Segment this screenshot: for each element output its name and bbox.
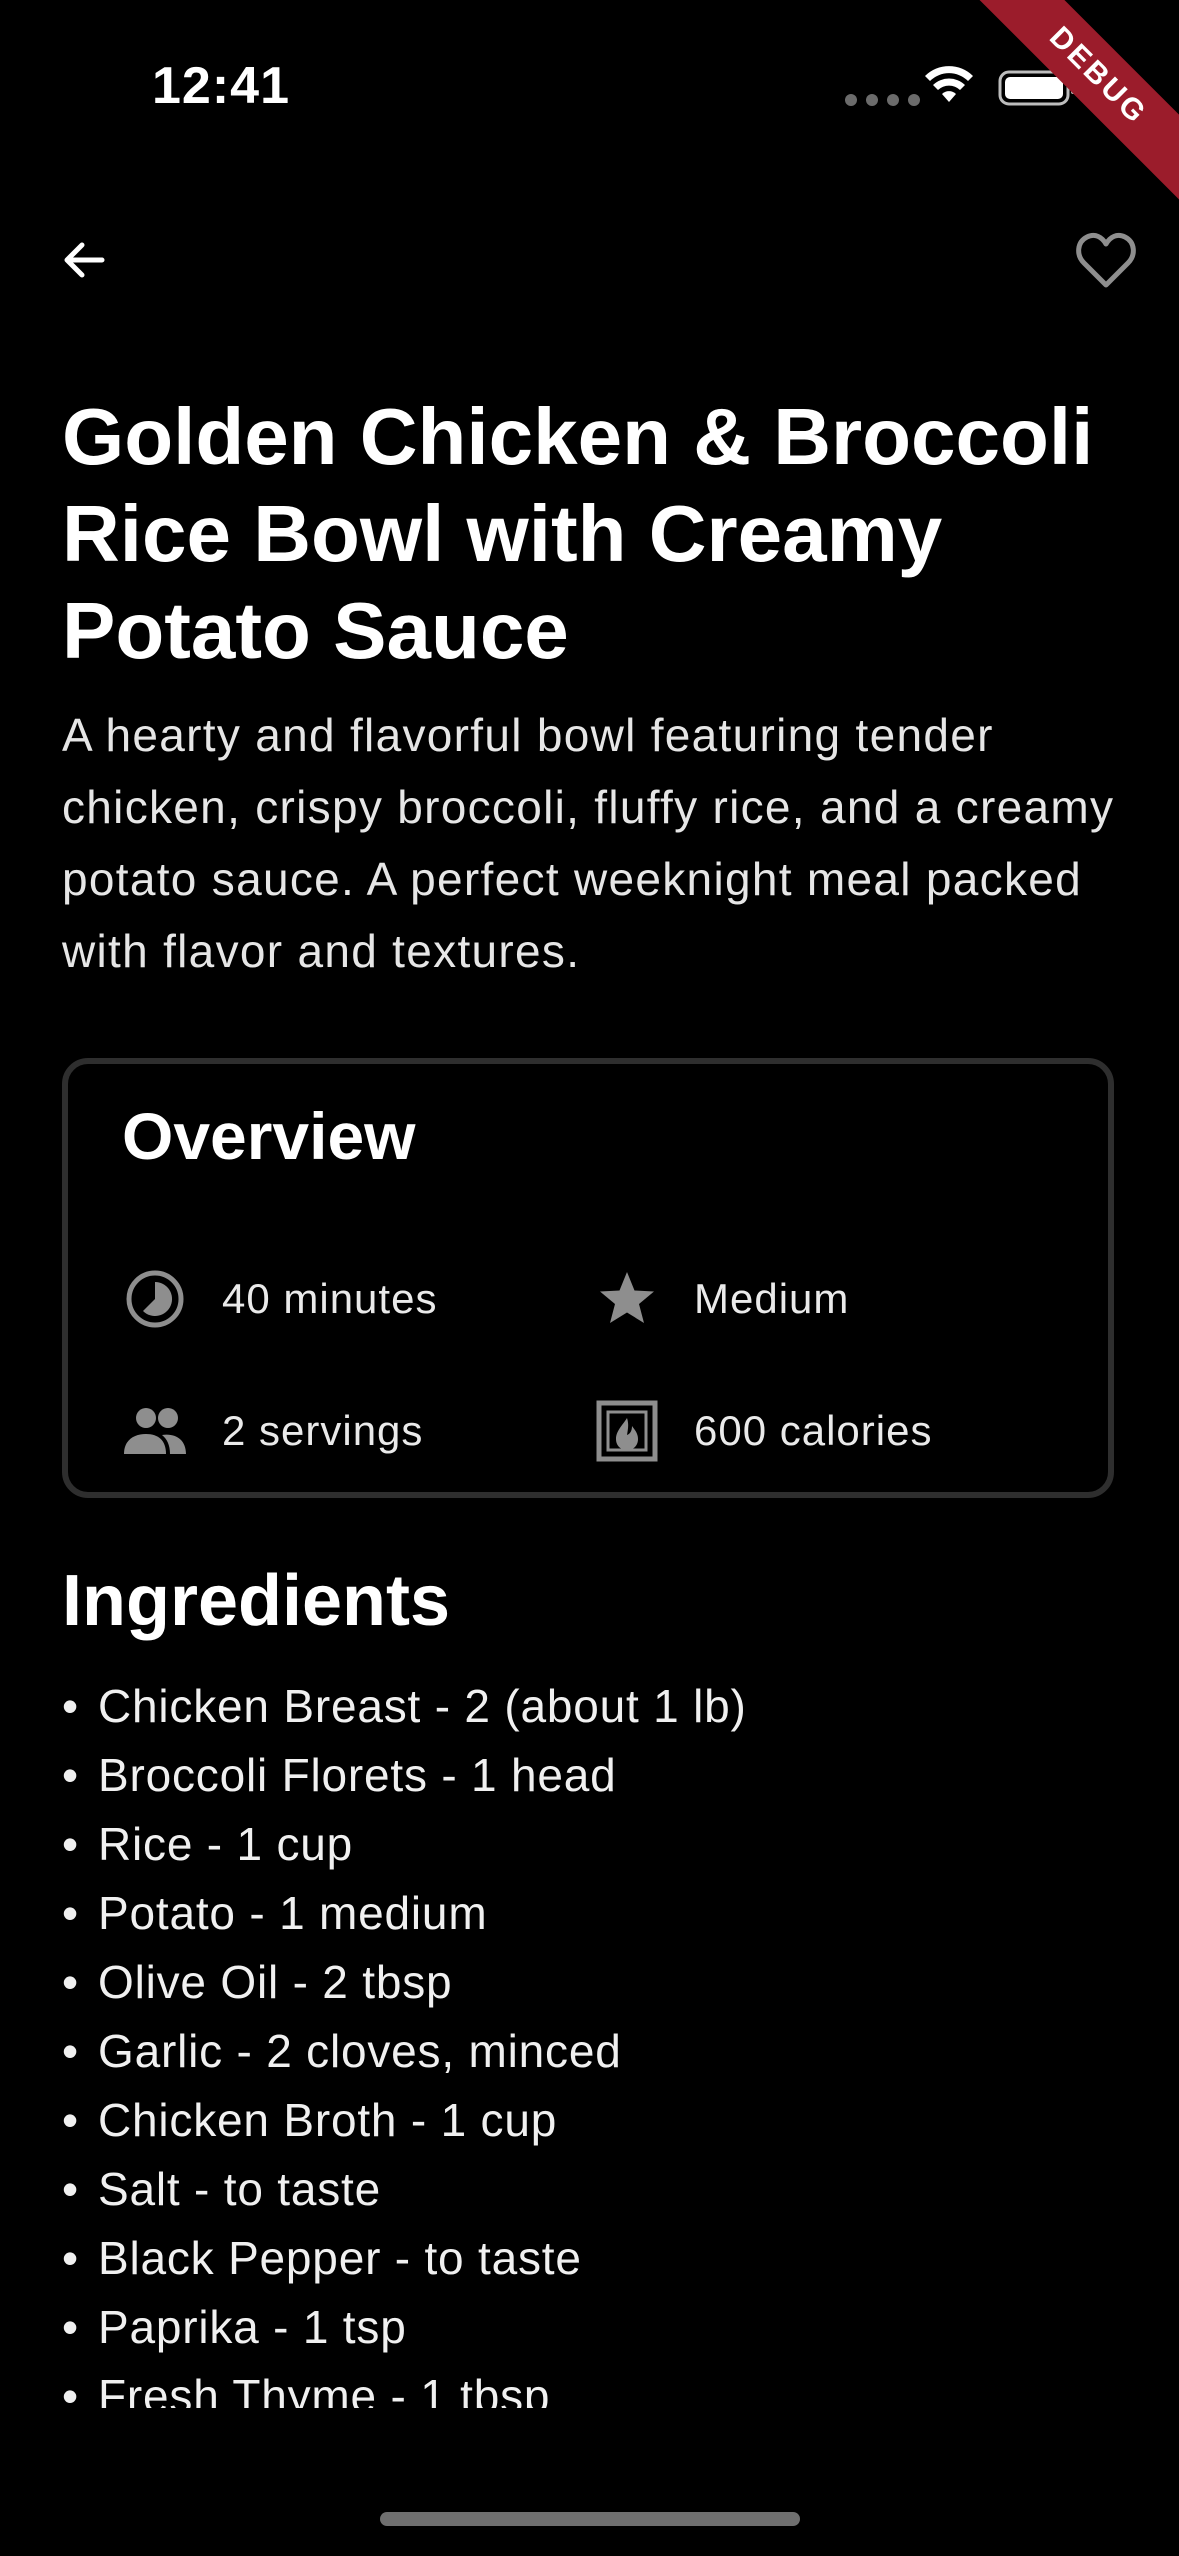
fireplace-icon (594, 1398, 660, 1464)
favorite-button[interactable] (1066, 220, 1146, 300)
ingredients-list: • Chicken Breast - 2 (about 1 lb) • Brocco… (62, 1672, 1122, 2408)
heart-outline-icon (1076, 232, 1136, 288)
arrow-left-icon (64, 242, 105, 278)
list-item: • Rice - 1 cup (62, 1818, 354, 1870)
overview-calories-value: 600 calories (694, 1407, 933, 1454)
overview-calories: 600 calories (594, 1398, 932, 1464)
cellular-signal-icon (845, 94, 920, 106)
recipe-title: Golden Chicken & Broccoli Rice Bowl with… (62, 392, 1094, 675)
list-item: • Chicken Breast - 2 (about 1 lb) (62, 1680, 747, 1732)
timelapse-icon (122, 1266, 188, 1332)
list-item: • Broccoli Florets - 1 head (62, 1749, 617, 1801)
ingredients-title: Ingredients (62, 1561, 451, 1641)
recipe-description: A hearty and flavorful bowl featuring te… (62, 709, 1115, 977)
list-item: • Chicken Broth - 1 cup (62, 2094, 558, 2146)
overview-servings: 2 servings (122, 1398, 423, 1464)
overview-difficulty-value: Medium (694, 1275, 850, 1322)
status-time: 12:41 (152, 57, 290, 115)
wifi-icon (925, 66, 973, 102)
overview-difficulty: Medium (594, 1266, 849, 1332)
list-item: • Olive Oil - 2 tbsp (62, 1956, 453, 2008)
overview-card: Overview 40 minutes Medium 2 servings 60… (62, 1058, 1114, 1498)
overview-time-value: 40 minutes (222, 1275, 438, 1322)
list-item: • Black Pepper - to taste (62, 2232, 582, 2284)
back-button[interactable] (44, 220, 124, 300)
list-item: • Garlic - 2 cloves, minced (62, 2025, 622, 2077)
list-item: • Paprika - 1 tsp (62, 2301, 407, 2353)
ingredients-scroll-area[interactable]: • Chicken Breast - 2 (about 1 lb) • Brocco… (62, 1672, 1122, 2408)
overview-time: 40 minutes (122, 1266, 437, 1332)
list-item: • Salt - to taste (62, 2163, 382, 2215)
star-icon (594, 1266, 660, 1332)
status-bar: 12:41 (0, 0, 1179, 170)
recipe-header: Golden Chicken & Broccoli Rice Bowl with… (62, 388, 1122, 987)
list-item: • Potato - 1 medium (62, 1887, 488, 1939)
people-icon (122, 1398, 188, 1464)
list-item: • Fresh Thyme - 1 tbsp (62, 2370, 551, 2408)
home-indicator[interactable] (380, 2512, 800, 2526)
overview-servings-value: 2 servings (222, 1407, 424, 1454)
overview-title: Overview (122, 1099, 416, 1173)
